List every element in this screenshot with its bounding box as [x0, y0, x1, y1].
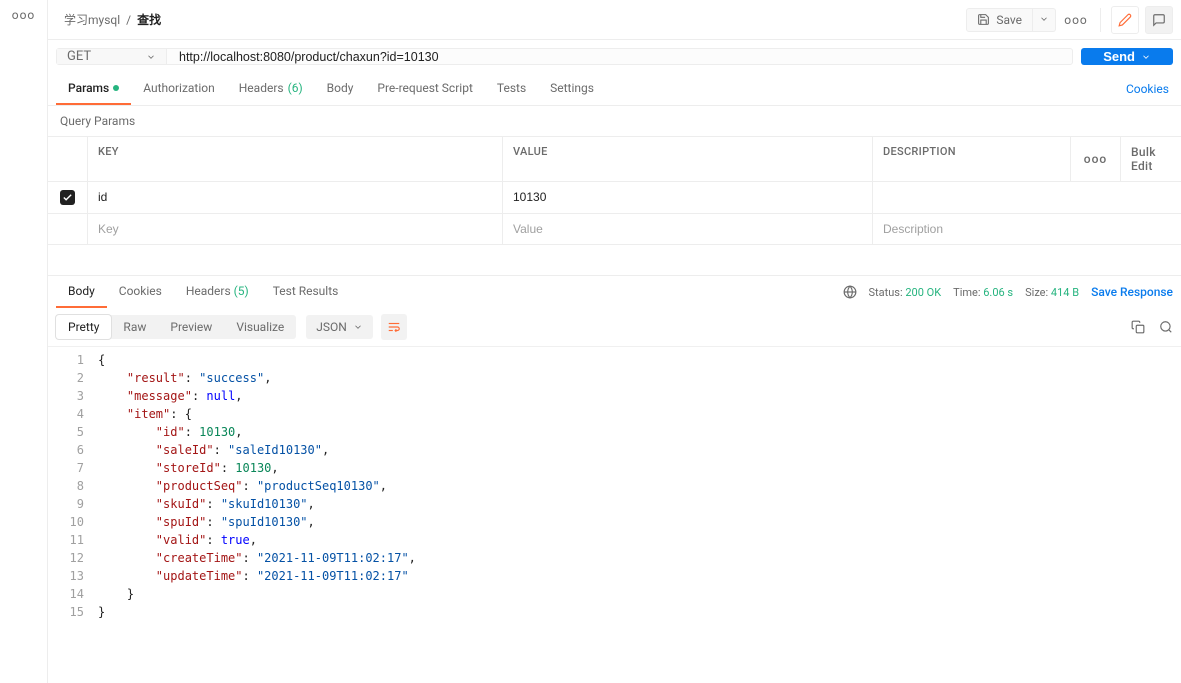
method-url-group: GET: [56, 48, 1073, 65]
divider: [1100, 8, 1101, 32]
breadcrumb: 学习mysql / 查找: [64, 11, 161, 28]
save-response-link[interactable]: Save Response: [1091, 285, 1173, 299]
resp-tab-headers-count: (5): [234, 284, 249, 298]
edit-button[interactable]: [1111, 6, 1139, 34]
chevron-down-icon: [1039, 14, 1049, 24]
view-mode-group: Pretty Raw Preview Visualize: [56, 315, 296, 339]
method-select[interactable]: GET: [57, 49, 167, 64]
param-key-input[interactable]: [98, 190, 492, 204]
tab-headers[interactable]: Headers (6): [227, 73, 315, 105]
breadcrumb-collection[interactable]: 学习mysql: [64, 11, 120, 28]
params-header-desc: DESCRIPTION: [873, 137, 1071, 181]
response-body[interactable]: 123456789101112131415 { "result": "succe…: [48, 347, 1181, 621]
size-group: Size: 414 B: [1025, 286, 1079, 299]
params-row-new: [48, 214, 1181, 244]
line-gutter: 123456789101112131415: [48, 351, 98, 621]
status-label: Status:: [869, 286, 903, 299]
format-select[interactable]: JSON: [306, 315, 373, 339]
params-row: [48, 182, 1181, 214]
tab-headers-count: (6): [288, 81, 303, 95]
params-header-key: KEY: [88, 137, 503, 181]
breadcrumb-request[interactable]: 查找: [137, 11, 161, 28]
status-dot-icon: [113, 85, 119, 91]
params-table: KEY VALUE DESCRIPTION ooo Bulk Edit: [48, 136, 1181, 245]
left-menu-icon[interactable]: ooo: [0, 8, 47, 22]
param-desc-input[interactable]: [883, 190, 1171, 204]
comment-button[interactable]: [1145, 6, 1173, 34]
chevron-down-icon: [1141, 52, 1151, 62]
view-mode-pretty[interactable]: Pretty: [56, 315, 111, 339]
status-group: Status: 200 OK: [869, 286, 942, 299]
size-value: 414 B: [1051, 286, 1079, 299]
resp-tab-tests[interactable]: Test Results: [261, 276, 351, 308]
chevron-down-icon: [146, 52, 156, 62]
status-value: 200 OK: [905, 286, 941, 299]
check-icon: [62, 192, 73, 203]
tab-authorization[interactable]: Authorization: [131, 73, 227, 105]
save-icon: [977, 13, 990, 26]
tab-tests[interactable]: Tests: [485, 73, 538, 105]
resp-tab-cookies[interactable]: Cookies: [107, 276, 174, 308]
send-label: Send: [1103, 49, 1135, 64]
time-label: Time:: [953, 286, 980, 299]
view-mode-preview[interactable]: Preview: [158, 315, 224, 339]
wrap-lines-button[interactable]: [381, 314, 407, 340]
param-key-new[interactable]: [98, 222, 492, 236]
params-header-check: [48, 137, 88, 181]
param-value-input[interactable]: [513, 190, 862, 204]
more-options-button[interactable]: ooo: [1062, 6, 1090, 34]
resp-tab-body[interactable]: Body: [56, 276, 107, 308]
tab-params-label: Params: [68, 81, 109, 95]
size-label: Size:: [1025, 286, 1048, 299]
resp-tab-headers[interactable]: Headers (5): [174, 276, 261, 308]
params-header-value: VALUE: [503, 137, 873, 181]
cookies-link[interactable]: Cookies: [1122, 74, 1173, 104]
pencil-icon: [1118, 13, 1132, 27]
method-label: GET: [67, 49, 91, 64]
save-label: Save: [996, 13, 1022, 27]
tab-body[interactable]: Body: [315, 73, 366, 105]
breadcrumb-sep: /: [126, 13, 131, 27]
query-params-heading: Query Params: [48, 106, 1181, 136]
tab-headers-label: Headers: [239, 81, 284, 95]
bulk-edit-link[interactable]: Bulk Edit: [1121, 137, 1181, 181]
view-mode-visualize[interactable]: Visualize: [224, 315, 296, 339]
format-label: JSON: [316, 320, 347, 334]
code-content: { "result": "success", "message": null, …: [98, 351, 416, 621]
save-dropdown[interactable]: [1033, 8, 1056, 32]
url-input[interactable]: [167, 49, 1072, 64]
tab-params[interactable]: Params: [56, 73, 131, 105]
globe-icon[interactable]: [843, 285, 857, 299]
send-button[interactable]: Send: [1081, 48, 1173, 65]
save-button[interactable]: Save: [966, 8, 1033, 32]
search-icon[interactable]: [1159, 320, 1173, 334]
chevron-down-icon: [353, 322, 363, 332]
time-group: Time: 6.06 s: [953, 286, 1013, 299]
param-checkbox-cell-new: [48, 214, 88, 244]
comment-icon: [1152, 13, 1166, 27]
view-mode-raw[interactable]: Raw: [111, 315, 158, 339]
time-value: 6.06 s: [983, 286, 1013, 299]
resp-tab-headers-label: Headers: [186, 284, 231, 298]
param-value-new[interactable]: [513, 222, 862, 236]
tab-settings[interactable]: Settings: [538, 73, 606, 105]
copy-icon[interactable]: [1131, 320, 1145, 334]
tab-prerequest[interactable]: Pre-request Script: [365, 73, 484, 105]
param-checkbox[interactable]: [60, 190, 75, 205]
params-header-opts[interactable]: ooo: [1071, 137, 1121, 181]
wrap-icon: [387, 320, 401, 334]
param-checkbox-cell: [48, 182, 88, 213]
param-desc-new[interactable]: [883, 222, 1171, 236]
